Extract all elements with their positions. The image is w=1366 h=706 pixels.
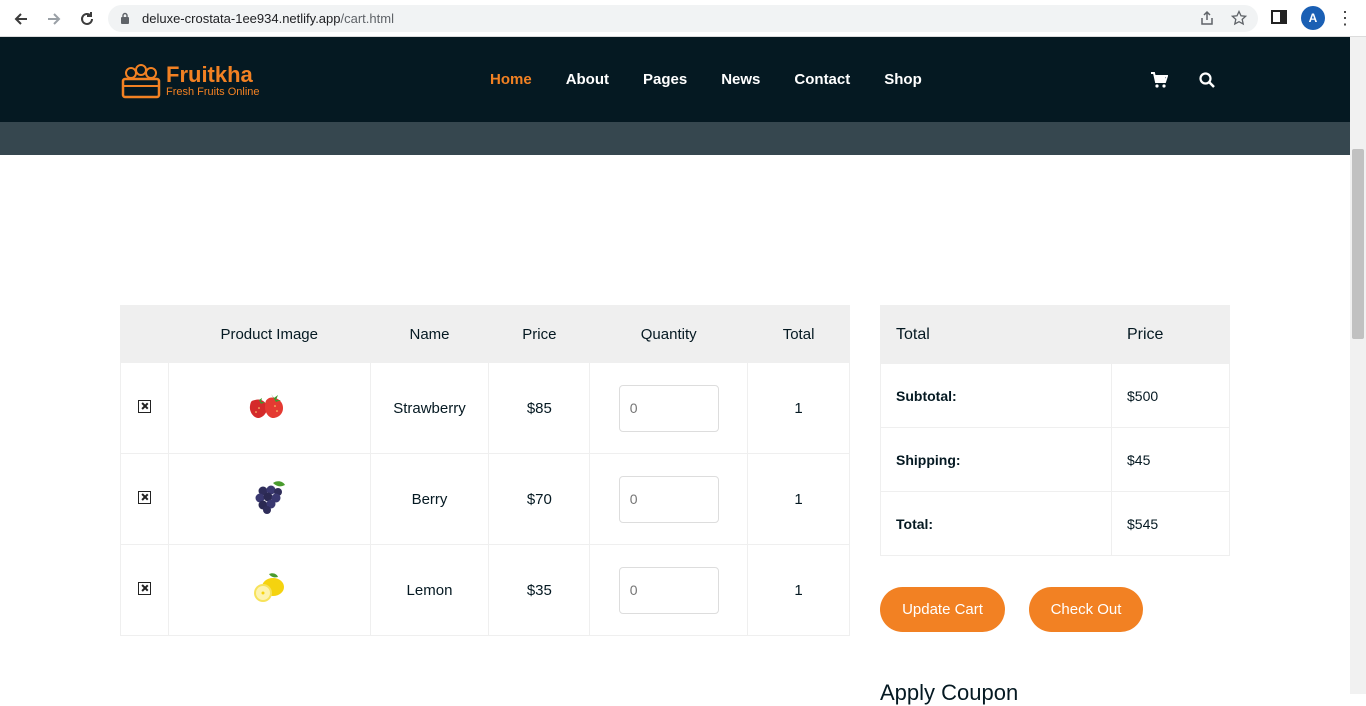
totals-row: Total: $545: [880, 491, 1230, 556]
subtotal-label: Subtotal:: [880, 363, 1112, 428]
url-text: deluxe-crostata-1ee934.netlify.app/cart.…: [142, 11, 394, 26]
menu-contact[interactable]: Contact: [794, 71, 850, 88]
reload-icon[interactable]: [76, 8, 98, 30]
product-name[interactable]: Lemon: [369, 544, 490, 636]
product-price: $70: [488, 453, 591, 545]
address-bar[interactable]: deluxe-crostata-1ee934.netlify.app/cart.…: [108, 5, 1258, 32]
totals-row: Subtotal: $500: [880, 363, 1230, 428]
row-total: 1: [747, 544, 850, 636]
side-panel-icon[interactable]: [1271, 9, 1287, 25]
header-quantity: Quantity: [589, 305, 749, 363]
breadcrumb-section: [0, 122, 1350, 155]
header-total: Total: [747, 305, 850, 363]
back-icon[interactable]: [10, 8, 32, 30]
bookmark-star-icon[interactable]: [1230, 9, 1248, 28]
menu-about[interactable]: About: [566, 71, 609, 88]
menu-shop[interactable]: Shop: [884, 71, 922, 88]
quantity-input[interactable]: [618, 475, 719, 523]
product-name[interactable]: Strawberry: [369, 362, 490, 454]
header-product-image: Product Image: [167, 305, 371, 363]
fruit-basket-icon: [121, 64, 161, 99]
row-total: 1: [747, 453, 850, 545]
header-price: Price: [488, 305, 591, 363]
menu-home[interactable]: Home: [490, 71, 532, 88]
profile-avatar[interactable]: A: [1301, 6, 1325, 30]
remove-item-icon[interactable]: [137, 490, 151, 504]
browser-toolbar: deluxe-crostata-1ee934.netlify.app/cart.…: [0, 0, 1366, 37]
update-cart-button[interactable]: Update Cart: [880, 587, 1005, 632]
share-icon[interactable]: [1198, 10, 1216, 28]
header-name: Name: [369, 305, 490, 363]
cart-row: Strawberry $85 1: [120, 362, 850, 454]
product-price: $35: [488, 544, 591, 636]
grapes-image: [255, 481, 286, 514]
check-out-button[interactable]: Check Out: [1029, 587, 1143, 632]
search-icon[interactable]: [1198, 71, 1216, 89]
site-header: Fruitkha Fresh Fruits Online Home About …: [0, 37, 1350, 122]
menu-news[interactable]: News: [721, 71, 760, 88]
subtotal-value: $500: [1111, 363, 1230, 428]
lock-icon: [121, 12, 129, 24]
row-total: 1: [747, 362, 850, 454]
cart-row: Berry $70 1: [120, 453, 850, 545]
cart-totals-table: Total Price Subtotal: $500 Shipping: $45…: [880, 305, 1230, 556]
shipping-label: Shipping:: [880, 427, 1112, 492]
main-menu: Home About Pages News Contact Shop: [490, 71, 956, 88]
quantity-input[interactable]: [618, 566, 719, 614]
shipping-value: $45: [1111, 427, 1230, 492]
cart-table-header: Product Image Name Price Quantity Total: [120, 305, 850, 363]
lemon-image: [254, 573, 285, 602]
remove-item-icon[interactable]: [137, 581, 151, 595]
logo-subtitle: Fresh Fruits Online: [166, 86, 260, 98]
cart-table: Product Image Name Price Quantity Total …: [120, 305, 850, 636]
quantity-input[interactable]: [618, 384, 719, 432]
remove-item-icon[interactable]: [137, 399, 151, 413]
totals-header-total: Total: [880, 305, 1112, 364]
strawberry-image: [250, 394, 284, 418]
menu-pages[interactable]: Pages: [643, 71, 687, 88]
totals-header-price: Price: [1111, 305, 1230, 364]
forward-icon[interactable]: [43, 8, 65, 30]
product-price: $85: [488, 362, 591, 454]
logo-title: Fruitkha: [166, 62, 253, 87]
total-label: Total:: [880, 491, 1112, 556]
totals-row: Shipping: $45: [880, 427, 1230, 492]
site-logo[interactable]: Fruitkha Fresh Fruits Online: [121, 62, 260, 100]
page-scrollbar[interactable]: [1350, 37, 1366, 694]
cart-icon[interactable]: [1150, 71, 1168, 89]
browser-menu-icon[interactable]: ⋮: [1336, 8, 1354, 28]
cart-row: Lemon $35 1: [120, 544, 850, 636]
scrollbar-thumb[interactable]: [1352, 149, 1364, 339]
product-name[interactable]: Berry: [369, 453, 490, 545]
header-remove: [120, 305, 169, 363]
total-value: $545: [1111, 491, 1230, 556]
apply-coupon-heading: Apply Coupon: [880, 680, 1019, 705]
